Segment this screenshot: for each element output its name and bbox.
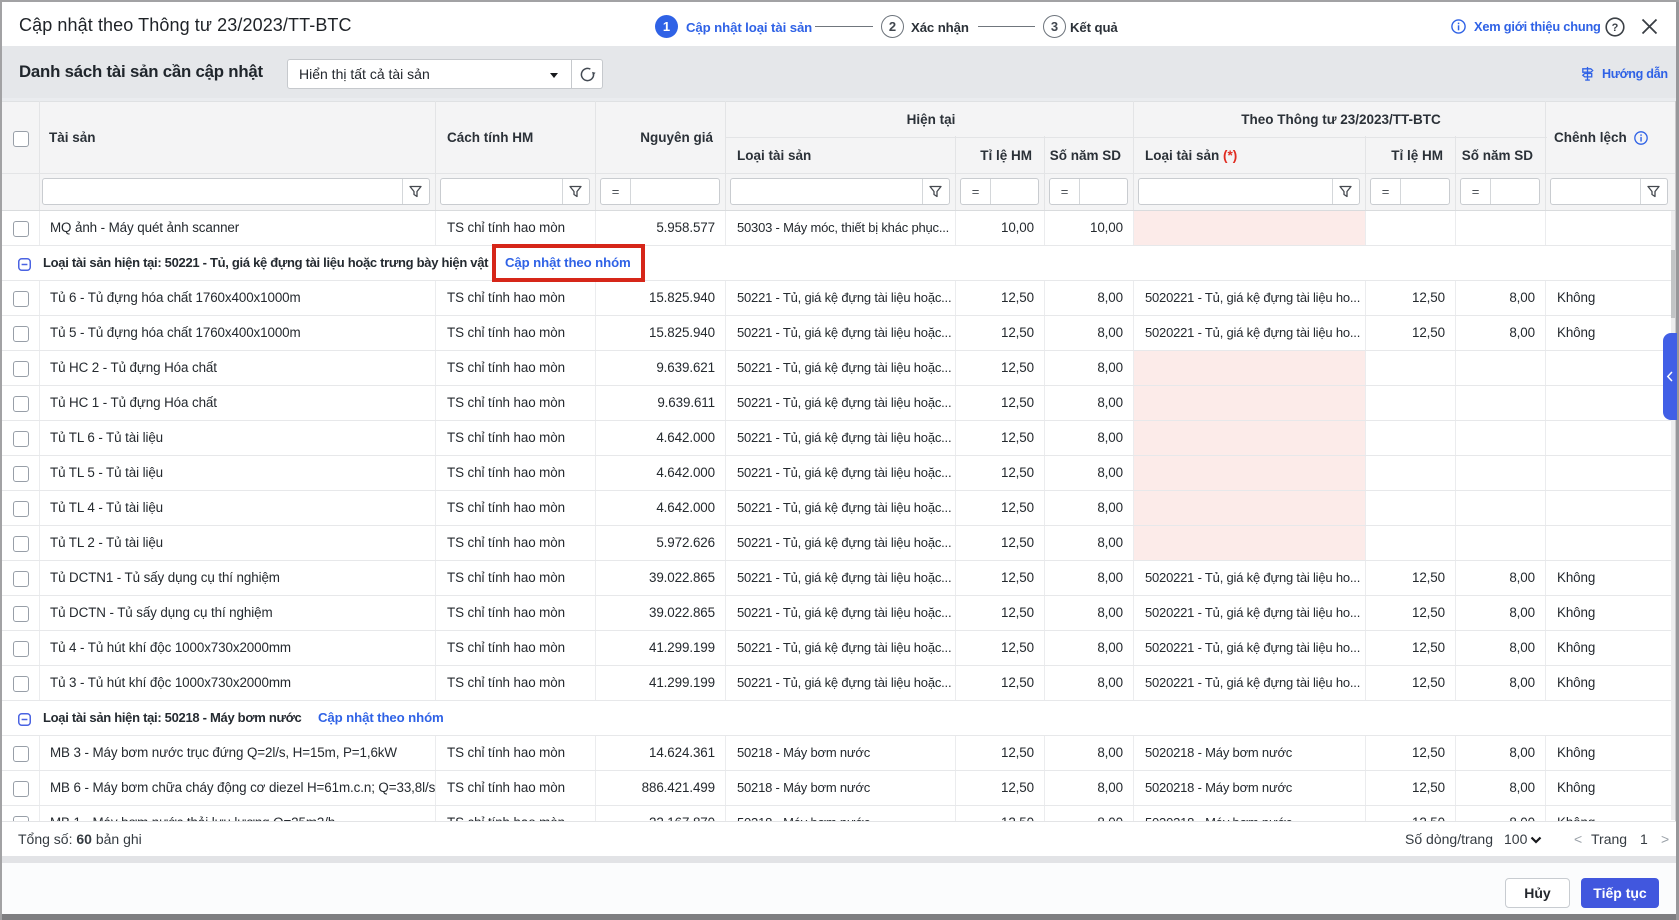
svg-text:?: ? (1612, 22, 1619, 34)
